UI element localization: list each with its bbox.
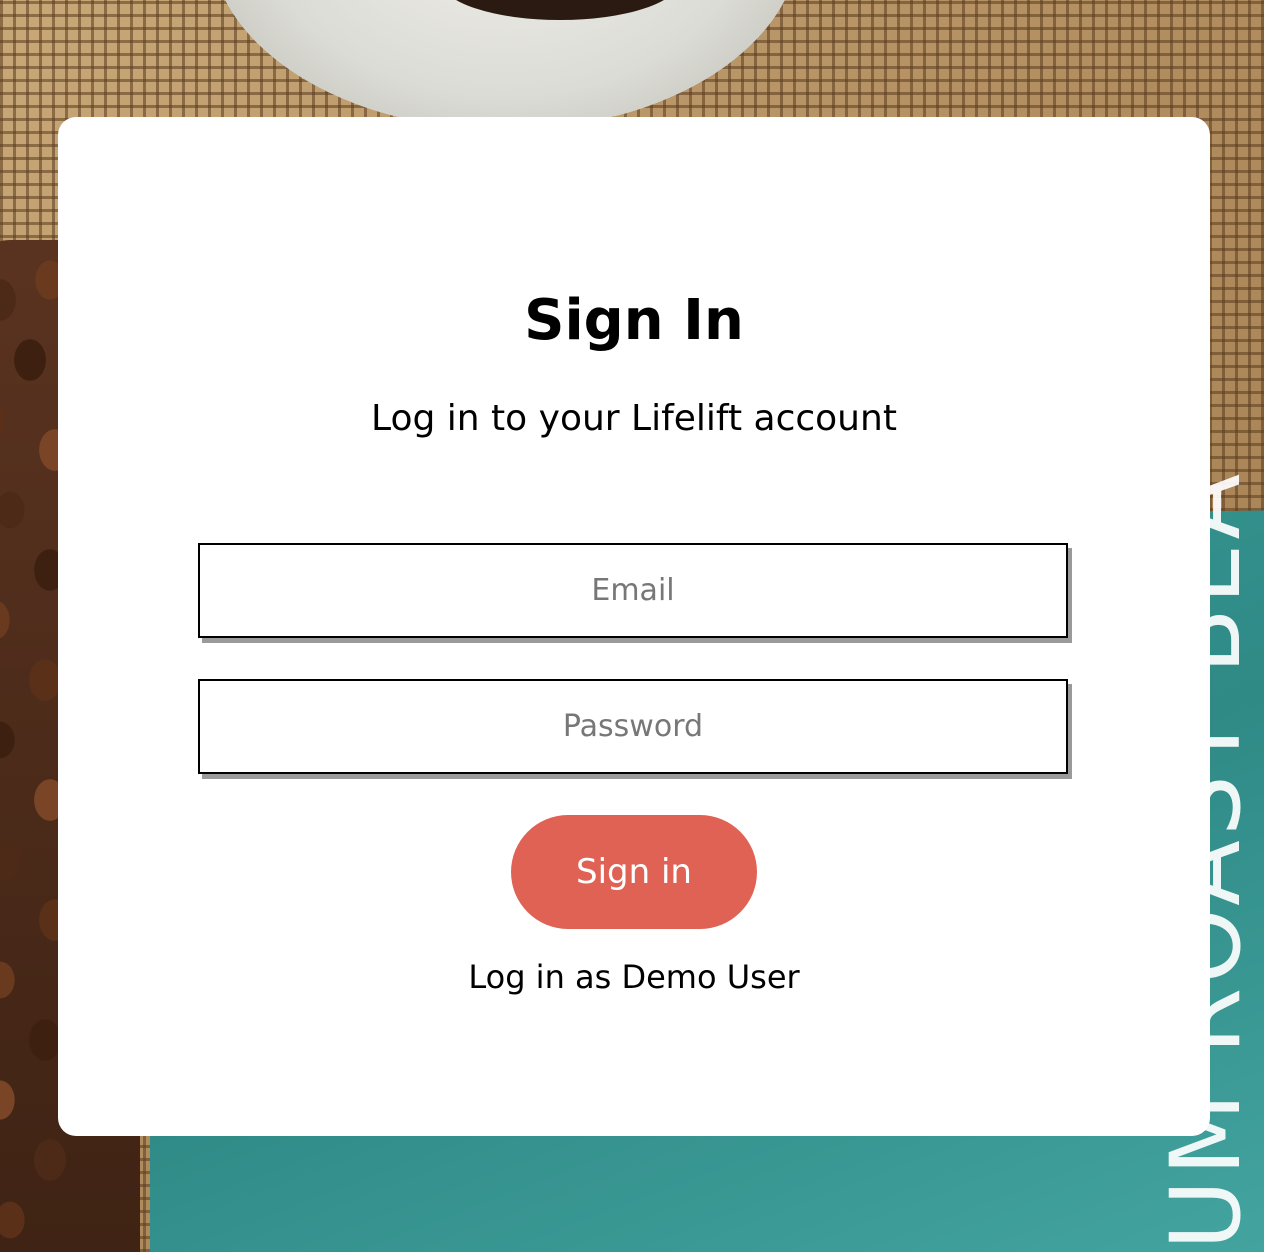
email-field[interactable] — [198, 543, 1068, 638]
page-subtitle: Log in to your Lifelift account — [371, 398, 897, 439]
password-field[interactable] — [198, 679, 1068, 774]
demo-login-link[interactable]: Log in as Demo User — [58, 957, 1210, 997]
coffee-cup-image — [210, 0, 800, 130]
signin-button[interactable]: Sign in — [511, 815, 757, 929]
page-title: Sign In — [524, 288, 744, 353]
background-photo: LI UM ROAST BEA Sign In Log in to your L… — [0, 0, 1264, 1252]
signin-modal: Sign In Log in to your Lifelift account … — [58, 117, 1210, 1136]
